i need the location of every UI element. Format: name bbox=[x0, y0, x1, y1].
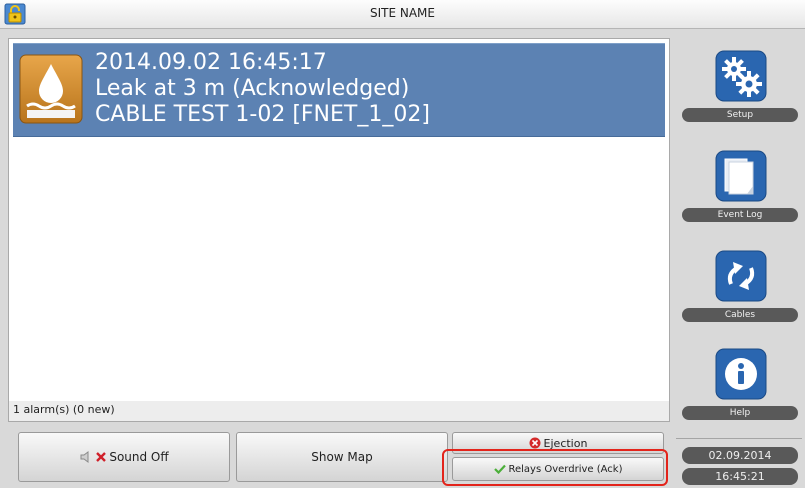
alarm-list-item[interactable]: 2014.09.02 16:45:17 Leak at 3 m (Acknowl… bbox=[13, 43, 665, 137]
title-bar: SITE NAME bbox=[0, 0, 805, 29]
alarm-count-text: 1 alarm(s) (0 new) bbox=[13, 403, 115, 416]
water-leak-icon bbox=[19, 54, 83, 124]
sidebar-divider bbox=[676, 438, 802, 439]
error-circle-icon bbox=[529, 437, 541, 449]
ejection-button[interactable]: Ejection bbox=[452, 432, 664, 454]
speaker-icon bbox=[80, 451, 89, 463]
site-name-title: SITE NAME bbox=[369, 6, 435, 20]
checkmark-icon bbox=[493, 464, 506, 474]
setup-label: Setup bbox=[682, 108, 798, 122]
setup-button[interactable]: Setup bbox=[682, 50, 798, 132]
relays-overdrive-button[interactable]: Relays Overdrive (Ack) bbox=[452, 457, 664, 481]
show-map-label: Show Map bbox=[311, 450, 373, 464]
sound-off-label: Sound Off bbox=[109, 450, 169, 464]
document-icon bbox=[715, 150, 767, 202]
cables-button[interactable]: Cables bbox=[682, 250, 798, 332]
time-display: 16:45:21 bbox=[682, 468, 798, 485]
date-display: 02.09.2014 bbox=[682, 447, 798, 464]
ejection-label: Ejection bbox=[543, 436, 588, 450]
event-log-button[interactable]: Event Log bbox=[682, 150, 798, 232]
relays-overdrive-label: Relays Overdrive (Ack) bbox=[508, 463, 623, 475]
help-button[interactable]: Help bbox=[682, 348, 798, 430]
info-icon bbox=[715, 348, 767, 400]
sound-off-button[interactable]: Sound Off bbox=[18, 432, 230, 482]
alarm-timestamp: 2014.09.02 16:45:17 bbox=[95, 50, 327, 75]
alarm-status-bar: 1 alarm(s) (0 new) bbox=[8, 401, 670, 422]
help-label: Help bbox=[682, 406, 798, 420]
refresh-arrows-icon bbox=[715, 250, 767, 302]
cables-label: Cables bbox=[682, 308, 798, 322]
alarm-cable: CABLE TEST 1-02 [FNET_1_02] bbox=[95, 102, 430, 127]
alarm-message: Leak at 3 m (Acknowledged) bbox=[95, 76, 410, 101]
event-log-label: Event Log bbox=[682, 208, 798, 222]
gears-icon bbox=[715, 50, 767, 102]
mute-x-icon bbox=[96, 452, 107, 462]
alarm-list: 2014.09.02 16:45:17 Leak at 3 m (Acknowl… bbox=[8, 38, 670, 403]
device-screen: SITE NAME 2014.09.02 16:45:17 Leak at 3 … bbox=[0, 0, 805, 488]
show-map-button[interactable]: Show Map bbox=[236, 432, 448, 482]
